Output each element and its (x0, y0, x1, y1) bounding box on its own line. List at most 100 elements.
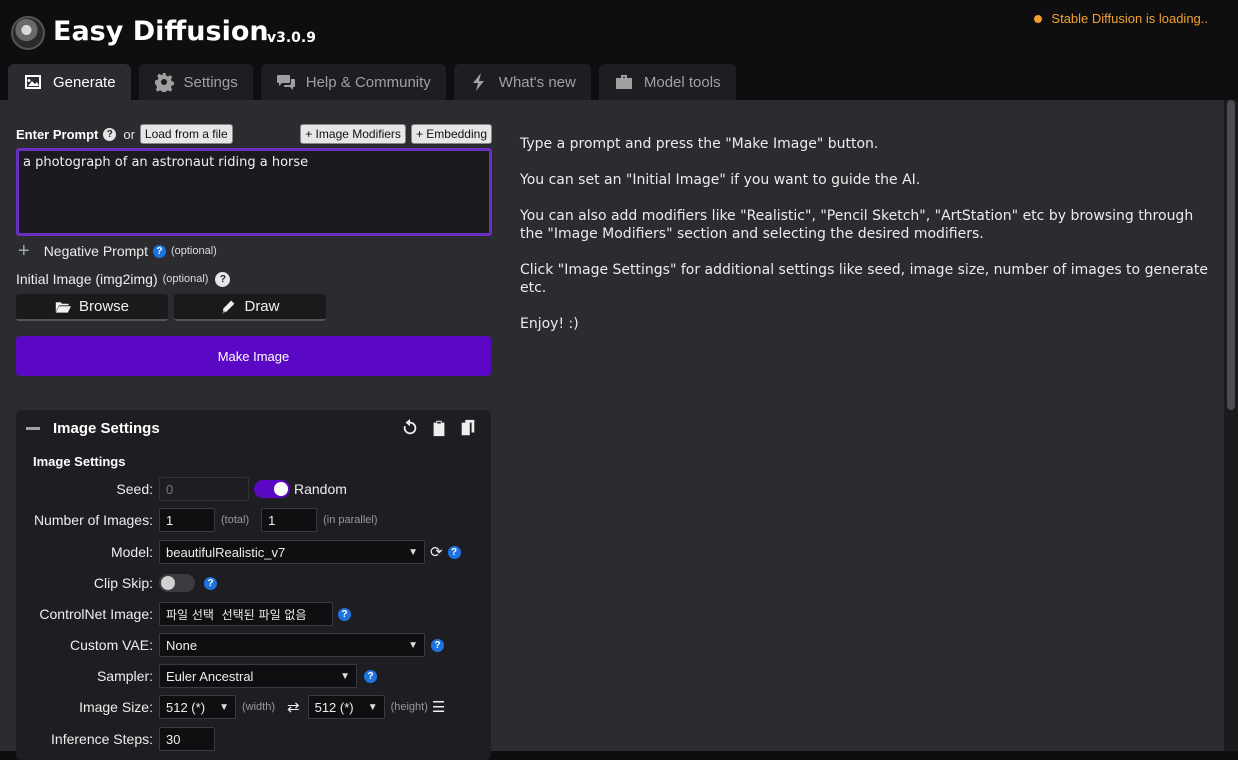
reset-icon[interactable] (401, 419, 419, 437)
tab-bar: Generate Settings Help & Community What'… (8, 64, 736, 100)
total-hint: (total) (221, 514, 250, 526)
optional-hint: (optional) (170, 245, 217, 257)
height-select[interactable]: 512 (*) ▼ (307, 695, 385, 719)
app-logo (11, 16, 45, 50)
image-settings-header[interactable]: Image Settings (26, 420, 160, 437)
parallel-hint: (in parallel) (323, 514, 378, 526)
inference-steps-row: Inference Steps: 30 (16, 727, 491, 751)
inference-steps-input[interactable]: 30 (159, 727, 215, 751)
random-seed-toggle[interactable] (254, 480, 290, 498)
sampler-label: Sampler: (96, 668, 153, 684)
negative-prompt-label: Negative Prompt (43, 243, 148, 259)
collapse-icon (26, 427, 40, 430)
toggle-knob (274, 482, 288, 496)
chevron-down-icon: ▼ (340, 670, 350, 682)
sampler-select[interactable]: Euler Ancestral ▼ (159, 664, 357, 688)
seed-row: Seed: 0 Random (16, 477, 491, 501)
clip-skip-row: Clip Skip: ? (16, 571, 491, 595)
negative-prompt-toggle[interactable]: + Negative Prompt ? (optional) (18, 240, 217, 262)
help-paragraph: Type a prompt and press the "Make Image"… (520, 136, 879, 152)
status-dot-icon (1034, 14, 1043, 23)
or-text: or (123, 126, 135, 142)
controlnet-row: ControlNet Image: 파일 선택 선택된 파일 없음 ? (16, 602, 491, 626)
help-icon[interactable]: ? (431, 638, 444, 652)
initial-image-label: Initial Image (img2img) (16, 271, 158, 287)
make-image-button[interactable]: Make Image (16, 336, 491, 376)
chevron-down-icon: ▼ (367, 701, 378, 713)
height-hint: (height) (390, 701, 428, 713)
swap-icon[interactable]: ⇄ (287, 698, 300, 716)
num-images-total-input[interactable]: 1 (159, 508, 215, 532)
image-settings-panel: Image Settings Image Settings Seed: 0 Ra… (16, 410, 491, 760)
initial-image-buttons: Browse Draw (16, 294, 326, 321)
clipboard-icon[interactable] (430, 419, 448, 437)
controlnet-file-input[interactable]: 파일 선택 선택된 파일 없음 (159, 602, 333, 626)
help-paragraph: Enjoy! :) (520, 316, 579, 332)
width-value: 512 (*) (166, 699, 206, 715)
controlnet-label: ControlNet Image: (39, 606, 153, 622)
embedding-button[interactable]: + Embedding (410, 124, 492, 144)
image-size-row: Image Size: 512 (*) ▼ (width) ⇄ 512 (*) … (16, 695, 491, 719)
toggle-knob (161, 576, 175, 590)
tab-label: Settings (183, 73, 238, 91)
pencil-icon (222, 300, 235, 313)
image-modifiers-button[interactable]: + Image Modifiers (300, 124, 406, 144)
chevron-down-icon: ▼ (408, 546, 418, 558)
tab-label: Generate (53, 73, 116, 91)
status-text: Stable Diffusion is loading.. (1051, 11, 1208, 26)
prompt-input[interactable]: a photograph of an astronaut riding a ho… (16, 148, 492, 236)
load-from-file-button[interactable]: Load from a file (139, 124, 233, 144)
clip-skip-toggle[interactable] (159, 574, 195, 592)
help-paragraph: You can set an "Initial Image" if you wa… (520, 172, 921, 188)
panel-tools (401, 419, 477, 437)
width-hint: (width) (242, 701, 276, 713)
prompt-header: Enter Prompt ? or Load from a file + Ima… (16, 124, 492, 144)
random-label: Random (294, 481, 347, 497)
tab-generate[interactable]: Generate (8, 64, 131, 100)
model-select[interactable]: beautifulRealistic_v7 ▼ (159, 540, 425, 564)
num-images-row: Number of Images: 1 (total) 1 (in parall… (16, 508, 491, 532)
help-icon[interactable]: ? (152, 244, 166, 258)
sampler-value: Euler Ancestral (166, 668, 254, 684)
main-area: Enter Prompt ? or Load from a file + Ima… (0, 100, 1224, 760)
num-images-label: Number of Images: (33, 512, 153, 528)
tab-help-community[interactable]: Help & Community (260, 64, 446, 100)
help-icon[interactable]: ? (364, 669, 377, 683)
tab-label: Model tools (643, 73, 721, 91)
vae-label: Custom VAE: (70, 637, 153, 653)
image-size-label: Image Size: (79, 699, 153, 715)
vae-select[interactable]: None ▼ (159, 633, 425, 657)
tab-model-tools[interactable]: Model tools (598, 64, 736, 100)
model-label: Model: (110, 544, 153, 560)
initial-image-row: Initial Image (img2img) (optional) ? (16, 271, 231, 287)
plus-icon: + (18, 240, 30, 262)
copy-icon[interactable] (459, 419, 477, 437)
help-text-panel: Type a prompt and press the "Make Image"… (520, 135, 1220, 351)
sampler-row: Sampler: Euler Ancestral ▼ ? (16, 664, 491, 688)
folder-open-icon (55, 301, 71, 313)
scrollbar-thumb[interactable] (1227, 100, 1235, 410)
tab-settings[interactable]: Settings (138, 64, 253, 100)
model-row: Model: beautifulRealistic_v7 ▼ ⟳ ? (16, 540, 491, 564)
help-icon[interactable]: ? (215, 271, 231, 287)
panel-title: Image Settings (53, 420, 160, 437)
seed-input[interactable]: 0 (159, 477, 249, 501)
server-status: Stable Diffusion is loading.. (1034, 11, 1208, 26)
width-select[interactable]: 512 (*) ▼ (159, 695, 236, 719)
tab-label: What's new (498, 73, 576, 91)
help-icon[interactable]: ? (447, 545, 461, 559)
height-value: 512 (*) (314, 699, 354, 715)
help-icon[interactable]: ? (338, 607, 351, 621)
inference-steps-label: Inference Steps: (51, 731, 153, 747)
help-paragraph: You can also add modifiers like "Realist… (520, 208, 1194, 242)
app-header: Easy Diffusion v3.0.9 Stable Diffusion i… (0, 0, 1238, 100)
refresh-icon[interactable]: ⟳ (430, 543, 443, 561)
sliders-icon[interactable]: ☰ (432, 698, 445, 716)
tab-whats-new[interactable]: What's new (453, 64, 591, 100)
draw-button[interactable]: Draw (174, 294, 326, 321)
help-icon[interactable]: ? (204, 576, 217, 590)
browse-button[interactable]: Browse (16, 294, 168, 321)
help-icon[interactable]: ? (103, 127, 117, 141)
num-images-parallel-input[interactable]: 1 (261, 508, 318, 532)
seed-label: Seed: (116, 481, 153, 497)
